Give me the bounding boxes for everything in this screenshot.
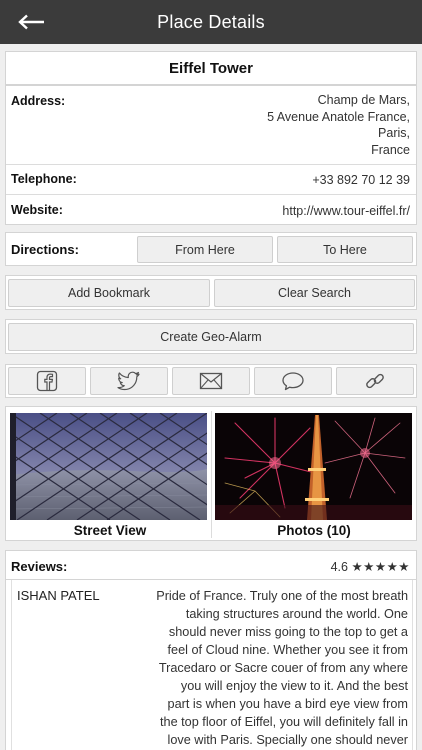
directions-label: Directions:: [11, 242, 79, 257]
copy-link-button[interactable]: [336, 367, 414, 395]
address-label: Address:: [11, 94, 66, 108]
review-item: ISHAN PATEL Pride of France. Truly one o…: [11, 580, 413, 750]
review-line: Tracedaro or Sacre couer of from any whe…: [158, 661, 408, 675]
review-line: love with Paris. Specially one should ne…: [167, 733, 409, 747]
website-label: Website:: [11, 203, 63, 217]
telephone-row: Telephone: +33 892 70 12 39: [6, 164, 416, 194]
page-title: Place Details: [157, 11, 265, 32]
telephone-value[interactable]: +33 892 70 12 39: [312, 172, 410, 189]
photos-thumbnail[interactable]: [215, 413, 412, 520]
twitter-share-button[interactable]: [90, 367, 168, 395]
photos-label[interactable]: Photos (10): [214, 523, 414, 538]
reviews-label: Reviews:: [11, 559, 68, 574]
message-share-button[interactable]: [254, 367, 332, 395]
street-view-label[interactable]: Street View: [10, 523, 210, 538]
place-name-card: Eiffel Tower: [5, 51, 417, 85]
arrow-left-icon: [18, 14, 44, 30]
create-geo-alarm-button[interactable]: Create Geo-Alarm: [8, 323, 414, 351]
to-here-button[interactable]: To Here: [277, 236, 413, 263]
address-line: 5 Avenue Anatole France,: [267, 109, 410, 124]
place-info-card: Address: Champ de Mars, 5 Avenue Anatole…: [5, 85, 417, 225]
website-row: Website: http://www.tour-eiffel.fr/: [6, 194, 416, 225]
rating-value: 4.6: [330, 560, 348, 574]
mail-icon: [199, 372, 223, 390]
chat-bubble-icon: [282, 372, 304, 391]
media-divider: [211, 411, 212, 538]
rating-summary: 4.6 ★★★★★: [331, 559, 410, 574]
share-card: [5, 364, 417, 398]
review-line: taking structures around the world. One: [185, 607, 408, 621]
review-card: ISHAN PATEL Pride of France. Truly one o…: [5, 580, 417, 750]
review-line: you will enjoy the view to it. And the b…: [180, 679, 408, 693]
website-link[interactable]: http://www.tour-eiffel.fr/: [282, 203, 410, 220]
clear-search-button[interactable]: Clear Search: [214, 279, 415, 307]
link-icon: [366, 373, 384, 389]
address-line: Paris,: [378, 126, 410, 140]
address-line: France: [371, 142, 410, 157]
review-author: ISHAN PATEL: [17, 588, 100, 603]
review-line: Pride of France. Truly one of the most b…: [156, 589, 408, 603]
address-row: Address: Champ de Mars, 5 Avenue Anatole…: [6, 86, 416, 164]
street-view-thumbnail[interactable]: [10, 413, 207, 520]
telephone-label: Telephone:: [11, 172, 77, 186]
navigation-bar: Place Details: [0, 0, 422, 44]
address-line: Champ de Mars,: [317, 93, 410, 107]
rating-stars: ★★★★★: [351, 560, 410, 574]
photos-image: [215, 413, 412, 520]
directions-card: Directions: From Here To Here: [5, 232, 417, 266]
media-card: Street View Photos (10): [5, 406, 417, 541]
back-button[interactable]: [14, 8, 48, 36]
email-share-button[interactable]: [172, 367, 250, 395]
review-text: Pride of France. Truly one of the most b…: [132, 587, 408, 749]
review-line: part is when you have a bird eye view fr…: [167, 697, 408, 711]
review-line: the top floor of Eiffel, you will defini…: [159, 715, 408, 729]
place-name: Eiffel Tower: [169, 59, 253, 77]
twitter-icon: [117, 371, 140, 391]
street-view-image: [10, 413, 207, 520]
geo-alarm-card: Create Geo-Alarm: [5, 319, 417, 354]
address-value[interactable]: Champ de Mars, 5 Avenue Anatole France, …: [267, 92, 410, 158]
add-bookmark-button[interactable]: Add Bookmark: [8, 279, 210, 307]
bookmark-actions-card: Add Bookmark Clear Search: [5, 275, 417, 310]
facebook-share-button[interactable]: [8, 367, 86, 395]
reviews-header: Reviews: 4.6 ★★★★★: [5, 550, 417, 580]
review-line: feel of Cloud nine. Whether you see it f…: [167, 643, 408, 657]
from-here-button[interactable]: From Here: [137, 236, 273, 263]
facebook-icon: [36, 370, 58, 392]
review-line: should never miss going to the top to ge…: [168, 625, 408, 639]
